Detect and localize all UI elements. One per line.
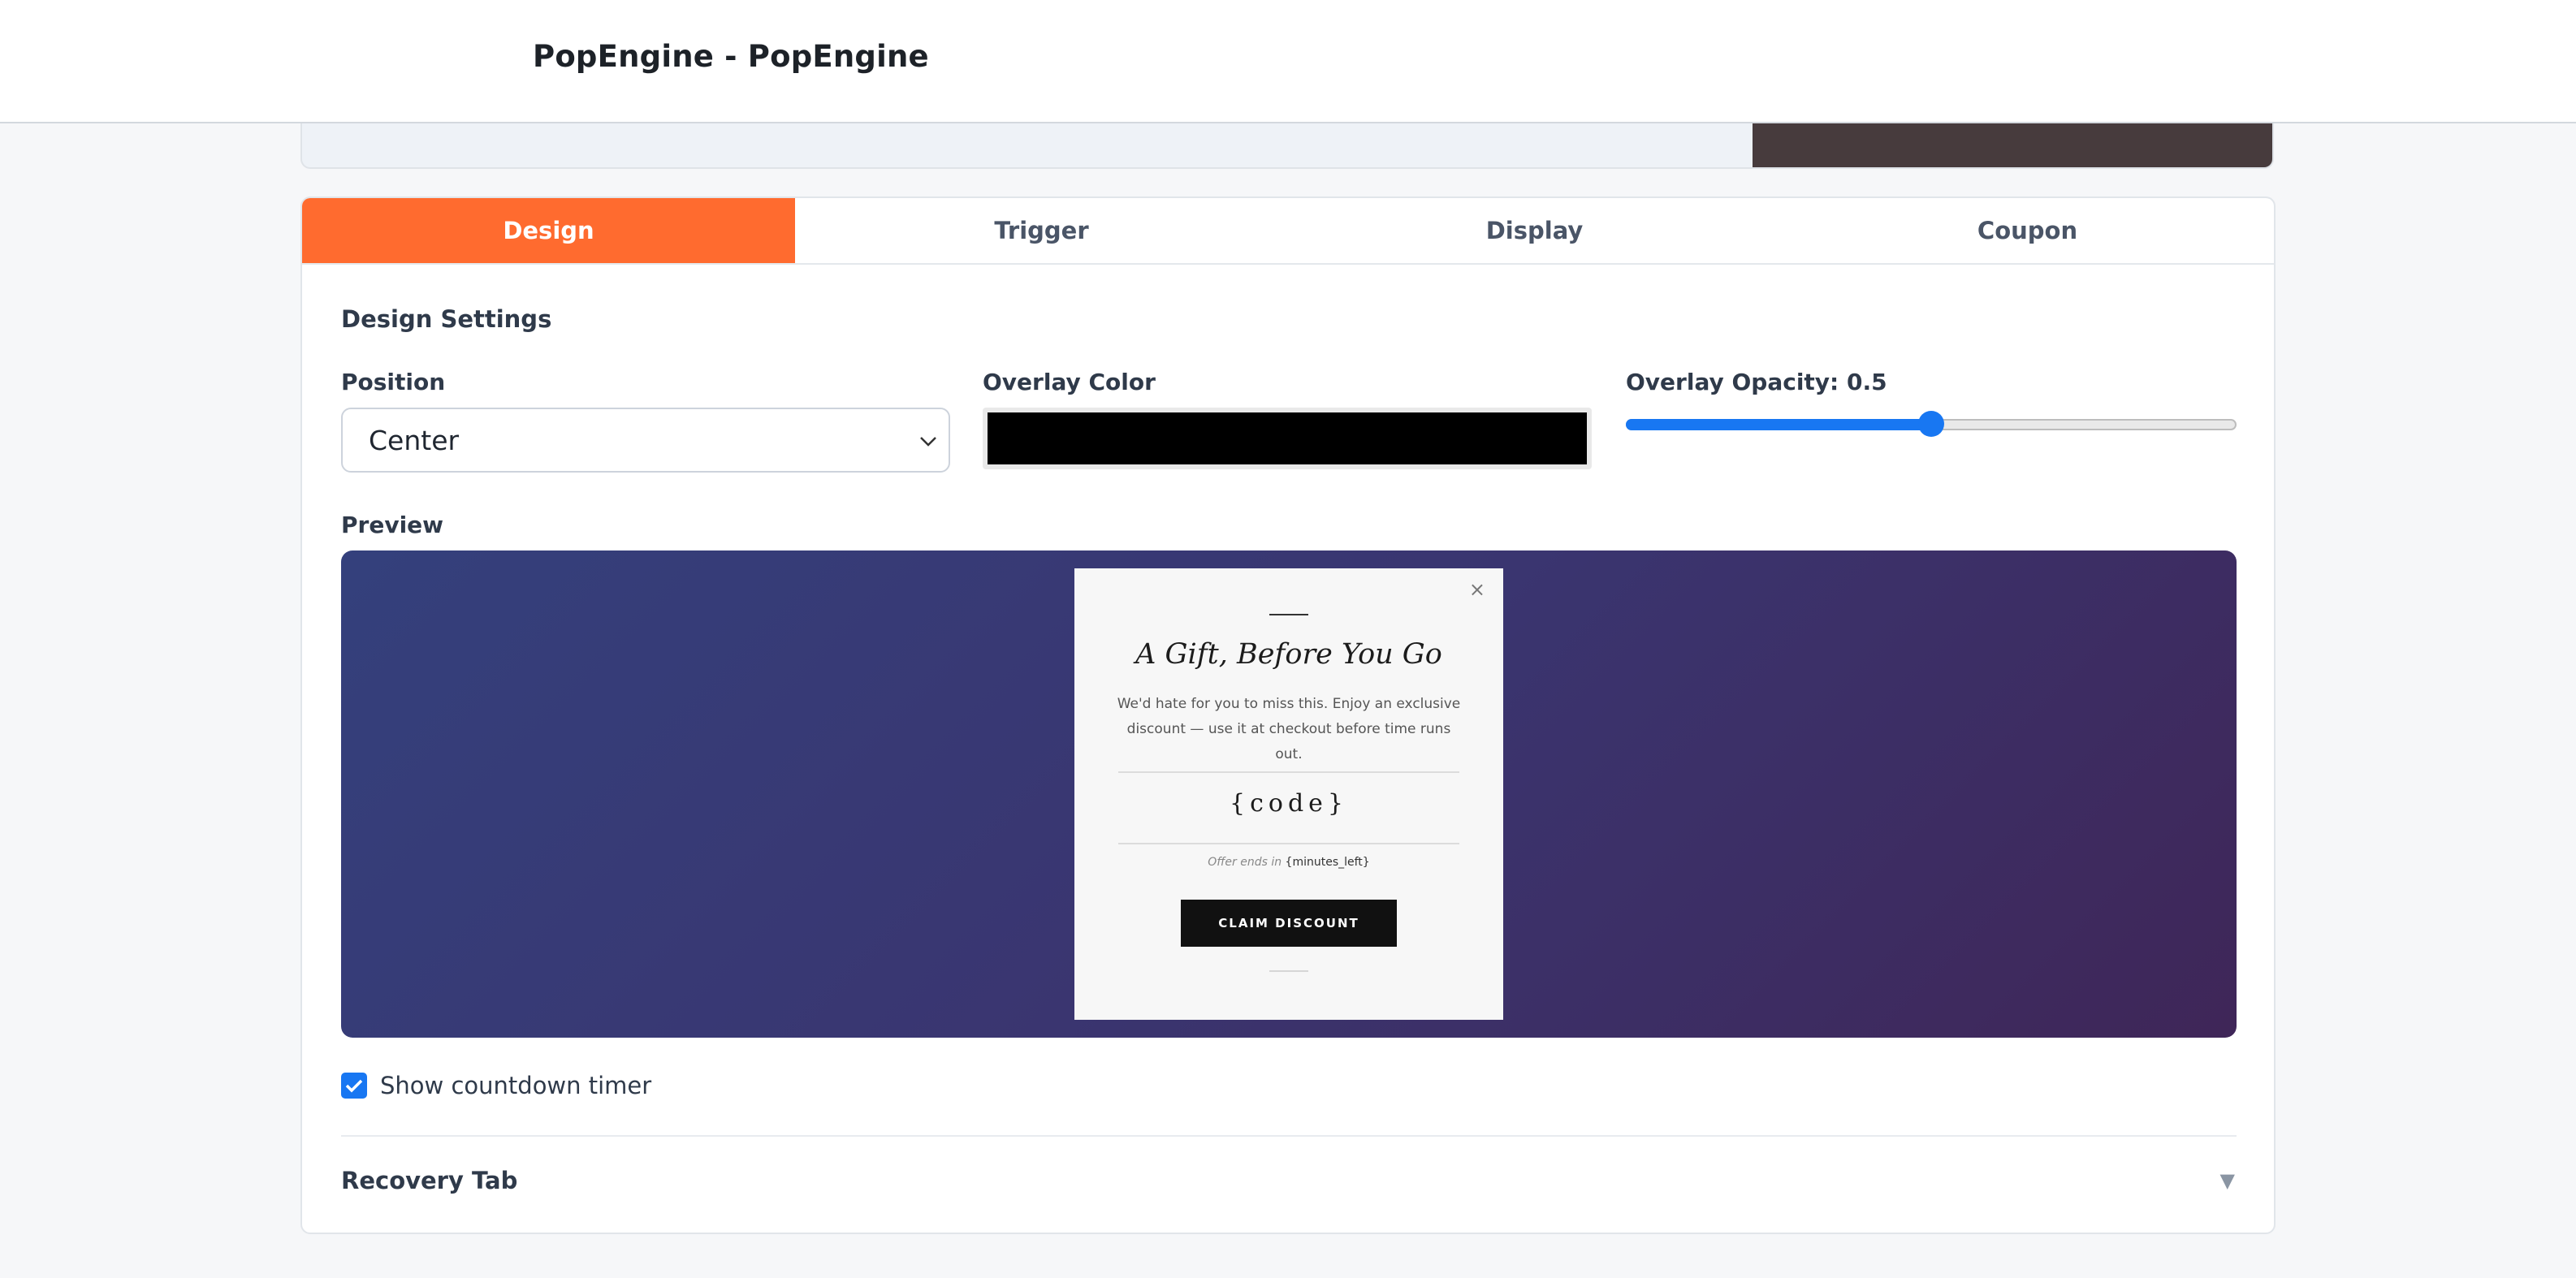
tab-coupon[interactable]: Coupon (1781, 198, 2274, 263)
section-title: Design Settings (341, 305, 552, 333)
popup-body: We'd hate for you to miss this. Enjoy an… (1117, 696, 1461, 762)
settings-panel: Design Trigger Display Coupon Design Set… (300, 196, 2276, 1234)
countdown-toggle-row[interactable]: Show countdown timer (341, 1072, 651, 1099)
position-select-value: Center (369, 424, 460, 456)
popup-heading: A Gift, Before You Go (1135, 638, 1442, 671)
checkmark-icon (345, 1079, 363, 1093)
countdown-checkbox[interactable] (341, 1073, 367, 1099)
popup-card: × A Gift, Before You Go We'd hate for yo… (1074, 568, 1503, 1020)
countdown-label: Show countdown timer (380, 1072, 652, 1099)
divider (341, 1135, 2237, 1137)
recovery-tab-accordion[interactable]: Recovery Tab ▼ (341, 1148, 2237, 1213)
top-bar: PopEngine - PopEngine (0, 0, 2576, 123)
timer-prefix: Offer ends in (1208, 856, 1282, 869)
popup-divider (1118, 843, 1459, 844)
overlay-color-label: Overlay Color (983, 369, 1156, 395)
timer-value: {minutes_left} (1285, 856, 1370, 869)
expand-arrow-icon: ▼ (2219, 1169, 2235, 1192)
position-select[interactable]: Center (341, 408, 950, 473)
popup-preview: × A Gift, Before You Go We'd hate for yo… (341, 550, 2237, 1038)
tab-display[interactable]: Display (1288, 198, 1781, 263)
popup-divider (1118, 771, 1459, 773)
chevron-down-icon (919, 429, 937, 453)
coupon-code: {code} (1230, 789, 1348, 818)
tab-design[interactable]: Design (302, 198, 795, 263)
popup-timer: Offer ends in {minutes_left} (1074, 856, 1503, 869)
overlay-opacity-slider[interactable] (1626, 411, 2237, 437)
popup-bottom-rule (1269, 970, 1308, 972)
tab-trigger[interactable]: Trigger (795, 198, 1288, 263)
overlay-color-input[interactable] (983, 408, 1592, 469)
recovery-tab-label: Recovery Tab (341, 1167, 518, 1194)
overlay-opacity-label: Overlay Opacity: 0.5 (1626, 369, 1887, 395)
slider-thumb[interactable] (1918, 411, 1944, 437)
slider-fill (1626, 419, 1931, 430)
preview-label: Preview (341, 512, 444, 538)
position-label: Position (341, 369, 446, 395)
tab-bar: Design Trigger Display Coupon (302, 198, 2274, 265)
popup-top-rule (1269, 614, 1308, 615)
claim-discount-button[interactable]: CLAIM DISCOUNT (1181, 900, 1397, 947)
app-title: PopEngine - PopEngine (533, 39, 929, 74)
close-icon[interactable]: × (1469, 578, 1485, 601)
